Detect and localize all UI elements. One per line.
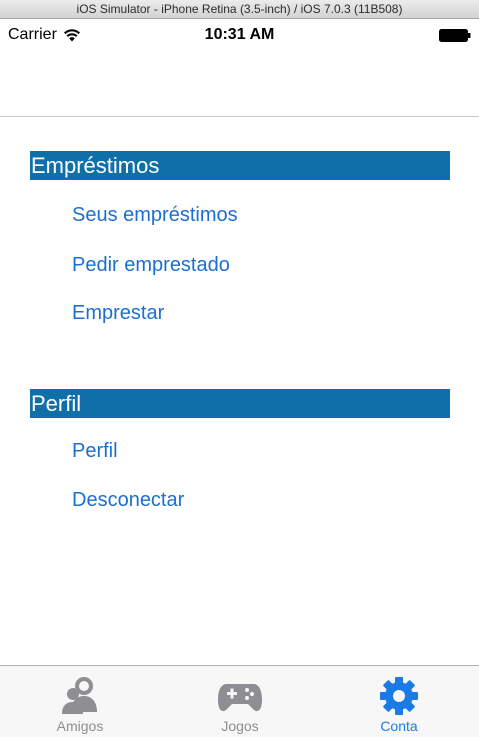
friends-icon xyxy=(62,677,97,714)
menu-item-pedir-emprestado[interactable]: Pedir emprestado xyxy=(72,254,230,277)
section-header-perfil: Perfil xyxy=(30,389,450,418)
tab-bar: Amigos Jogos Conta xyxy=(0,665,479,737)
status-bar: Carrier 10:31 AM xyxy=(0,19,479,53)
status-time: 10:31 AM xyxy=(204,26,275,43)
tab-conta[interactable]: Conta xyxy=(319,666,479,738)
menu-item-desconectar[interactable]: Desconectar xyxy=(72,489,184,512)
account-menu: Empréstimos Seus empréstimos Pedir empre… xyxy=(0,117,479,665)
menu-item-seus-emprestimos[interactable]: Seus empréstimos xyxy=(72,204,238,227)
navigation-bar xyxy=(0,53,479,117)
gamepad-icon xyxy=(218,684,262,712)
simulator-window-title: iOS Simulator - iPhone Retina (3.5-inch)… xyxy=(0,0,479,19)
tab-amigos[interactable]: Amigos xyxy=(0,666,160,738)
tab-label-jogos: Jogos xyxy=(221,718,259,734)
gear-icon xyxy=(380,677,418,715)
tab-jogos[interactable]: Jogos xyxy=(160,666,320,738)
tab-label-conta: Conta xyxy=(380,718,418,734)
menu-item-emprestar[interactable]: Emprestar xyxy=(72,302,164,325)
battery-icon xyxy=(439,29,471,42)
section-header-emprestimos: Empréstimos xyxy=(30,151,450,180)
tab-label-amigos: Amigos xyxy=(56,718,104,734)
menu-item-perfil[interactable]: Perfil xyxy=(72,440,118,463)
